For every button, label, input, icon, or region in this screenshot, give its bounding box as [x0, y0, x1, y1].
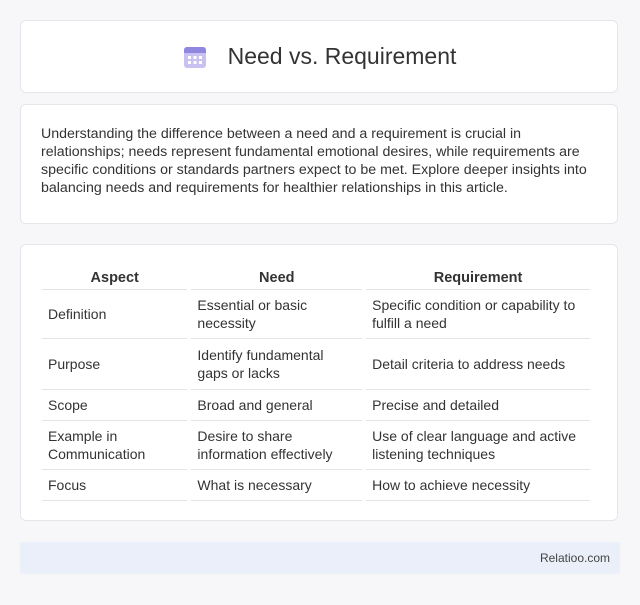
table-cell: Identify fundamental gaps or lacks — [191, 339, 363, 390]
table-cell: How to achieve necessity — [366, 470, 590, 501]
comparison-table: Aspect Need Requirement Definition Essen… — [38, 267, 594, 501]
table-cell: Scope — [42, 390, 188, 421]
page-title: Need vs. Requirement — [227, 43, 457, 69]
table-row: Purpose Identify fundamental gaps or lac… — [42, 339, 590, 390]
column-header: Requirement — [366, 267, 590, 290]
calendar-icon — [183, 46, 206, 68]
title-card: Need vs. Requirement — [20, 20, 618, 93]
table-cell: Precise and detailed — [366, 390, 590, 421]
table-header-row: Aspect Need Requirement — [42, 267, 590, 290]
table-cell: Use of clear language and active listeni… — [366, 421, 590, 470]
table-row: Definition Essential or basic necessity … — [42, 290, 590, 339]
footer-brand[interactable]: Relatioo.com — [540, 551, 610, 565]
intro-paragraph: Understanding the difference between a n… — [41, 126, 587, 196]
table-cell: What is necessary — [191, 470, 363, 501]
table-card: Aspect Need Requirement Definition Essen… — [20, 244, 618, 521]
intro-card: Understanding the difference between a n… — [20, 104, 618, 224]
table-cell: Specific condition or capability to fulf… — [366, 290, 590, 339]
table-row: Focus What is necessary How to achieve n… — [42, 470, 590, 501]
column-header: Need — [191, 267, 363, 290]
table-row: Scope Broad and general Precise and deta… — [42, 390, 590, 421]
table-cell: Desire to share information effectively — [191, 421, 363, 470]
table-cell: Focus — [42, 470, 188, 501]
table-row: Example in Communication Desire to share… — [42, 421, 590, 470]
table-cell: Purpose — [42, 339, 188, 390]
table-cell: Example in Communication — [42, 421, 188, 470]
table-cell: Broad and general — [191, 390, 363, 421]
table-cell: Essential or basic necessity — [191, 290, 363, 339]
footer-bar: Relatioo.com — [20, 542, 620, 574]
table-cell: Definition — [42, 290, 188, 339]
table-cell: Detail criteria to address needs — [366, 339, 590, 390]
column-header: Aspect — [42, 267, 188, 290]
